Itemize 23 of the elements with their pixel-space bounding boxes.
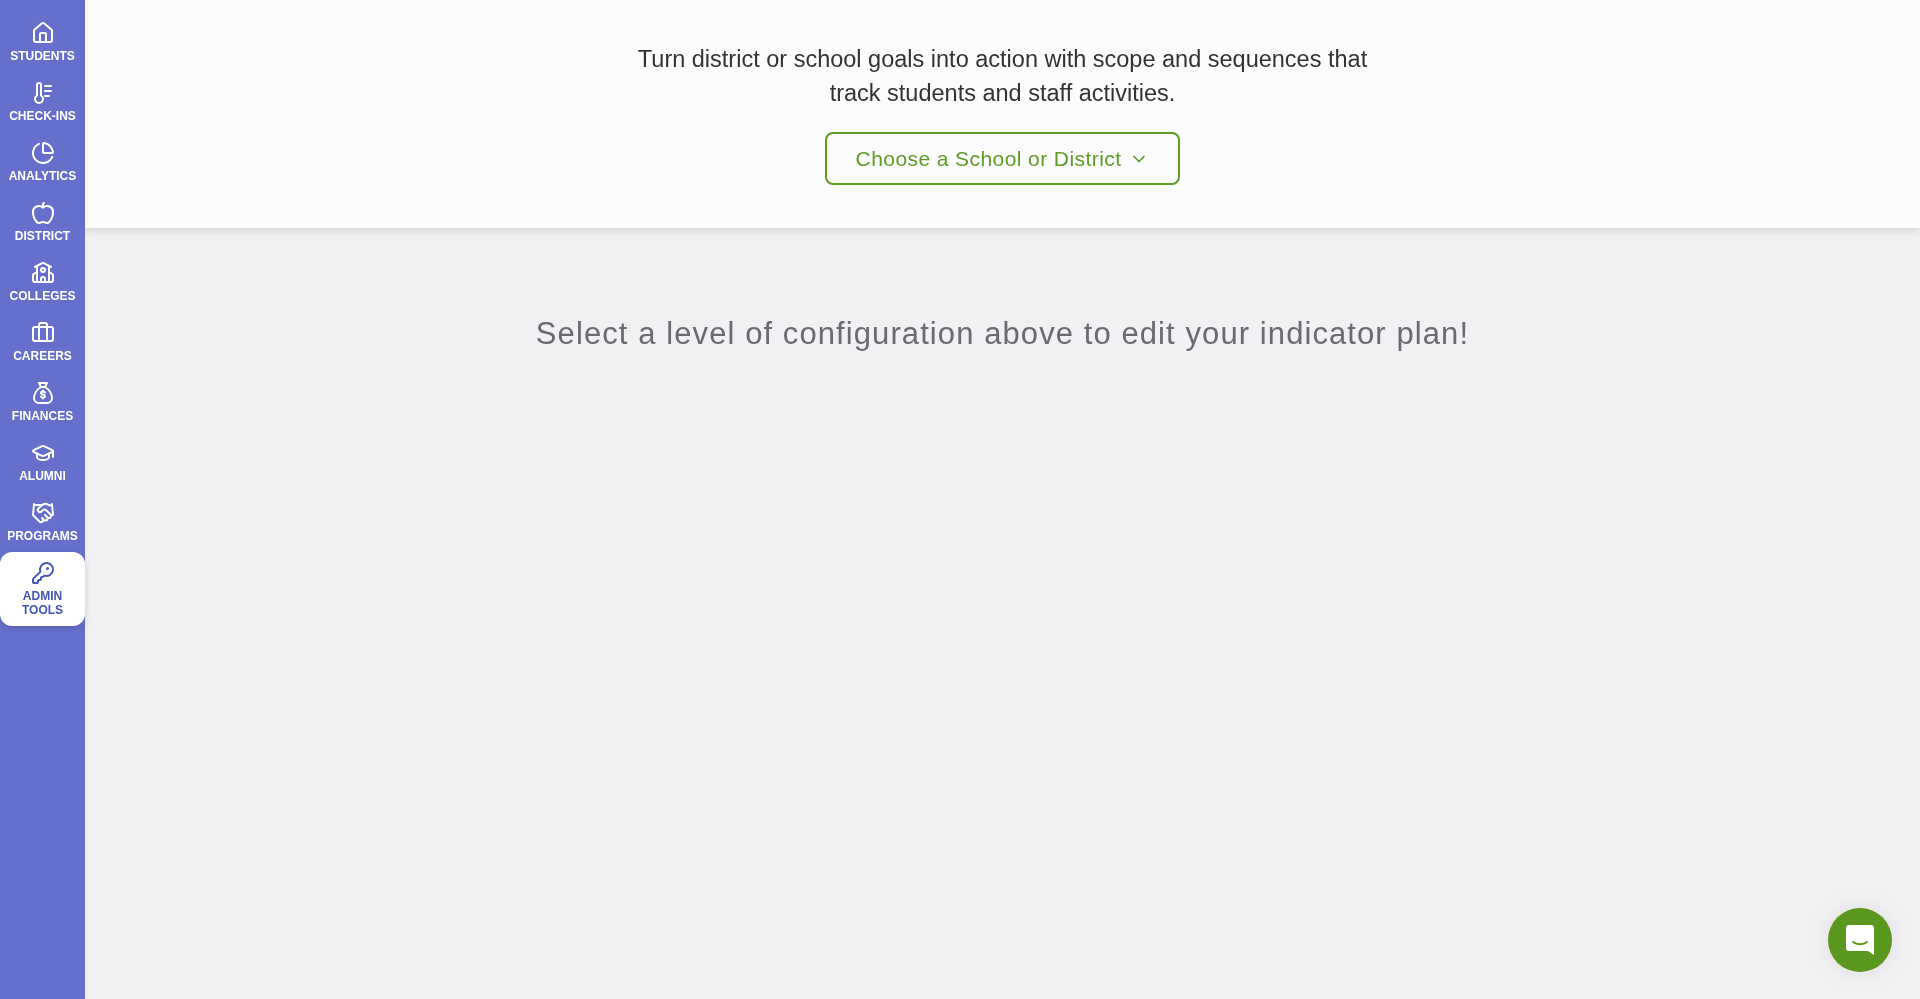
- apple-icon: [30, 201, 55, 225]
- sidebar-item[interactable]: FINANCES: [0, 372, 85, 432]
- handshake-icon: [30, 501, 55, 525]
- sidebar-item[interactable]: STUDENTS: [0, 12, 85, 72]
- house-icon: [30, 21, 55, 45]
- chat-button[interactable]: [1828, 908, 1892, 972]
- key-icon: [30, 561, 55, 585]
- money-bag-icon: [30, 381, 55, 405]
- sidebar-item[interactable]: DISTRICT: [0, 192, 85, 252]
- sidebar-item[interactable]: COLLEGES: [0, 252, 85, 312]
- sidebar-item[interactable]: PROGRAMS: [0, 492, 85, 552]
- briefcase-icon: [30, 321, 55, 345]
- empty-state-message: Select a level of configuration above to edit your indicator plan!: [535, 315, 1470, 353]
- pie-chart-icon: [30, 141, 55, 165]
- sidebar-item[interactable]: CHECK-INS: [0, 72, 85, 132]
- sidebar-item[interactable]: ANALYTICS: [0, 132, 85, 192]
- chat-icon: [1845, 924, 1875, 956]
- sidebar-item[interactable]: ADMIN TOOLS: [0, 552, 85, 626]
- school-district-dropdown[interactable]: Choose a School or District: [825, 132, 1180, 185]
- sidebar-item[interactable]: ALUMNI: [0, 432, 85, 492]
- school-building-icon: [30, 261, 55, 285]
- sidebar-item[interactable]: CAREERS: [0, 312, 85, 372]
- description-text: Turn district or school goals into action with scope and sequences that track students and staff activities.: [636, 45, 1369, 108]
